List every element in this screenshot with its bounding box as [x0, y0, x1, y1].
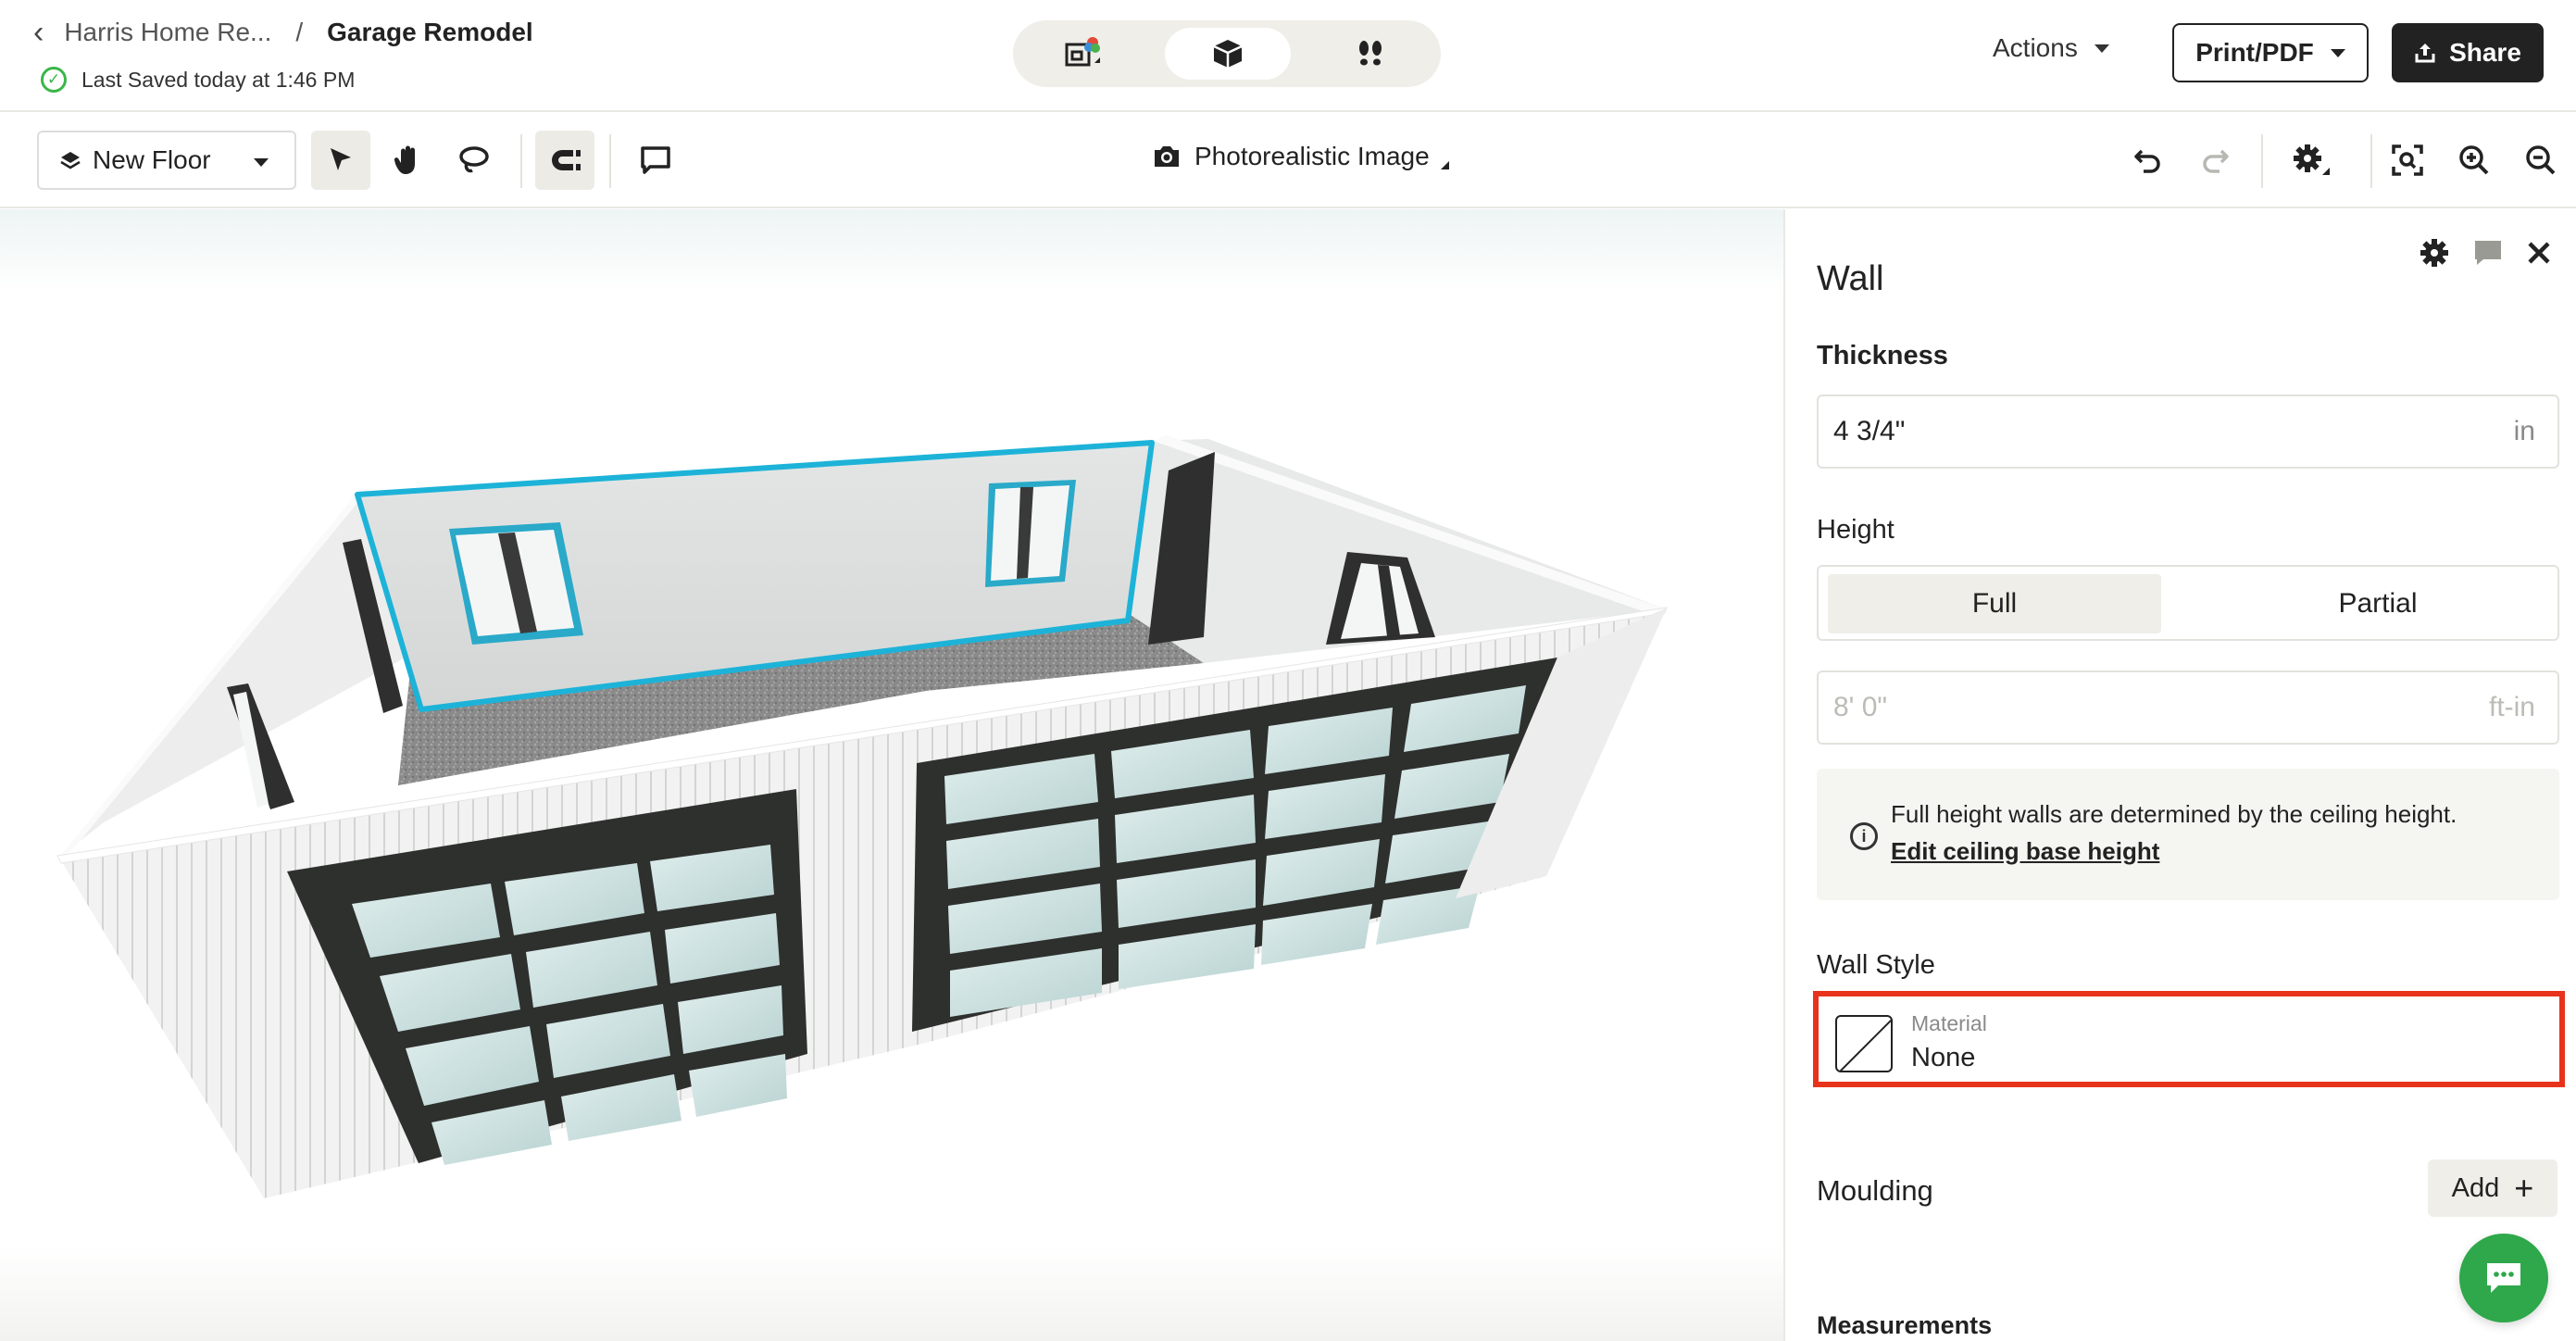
magnet-snap-icon	[552, 150, 581, 170]
layers-icon	[60, 152, 81, 169]
breadcrumb-separator: /	[295, 18, 304, 46]
panel-tools	[2419, 237, 2552, 269]
chat-icon	[2487, 1263, 2520, 1293]
thickness-input[interactable]: 4 3/4" in	[1817, 395, 2559, 469]
footsteps-icon	[1359, 41, 1382, 66]
settings-icon	[2294, 144, 2330, 175]
3d-viewport[interactable]	[0, 209, 1783, 1341]
share-label: Share	[2449, 38, 2521, 67]
toolbar-divider	[2370, 134, 2372, 188]
pan-tool-button[interactable]	[378, 131, 437, 190]
plus-icon: +	[2514, 1169, 2534, 1207]
camera-icon	[1155, 146, 1179, 167]
no-material-swatch-icon	[1835, 1015, 1893, 1072]
floor-selector[interactable]: New Floor	[37, 131, 296, 190]
zoom-out-icon	[2526, 145, 2556, 175]
edit-ceiling-link[interactable]: Edit ceiling base height	[1891, 837, 2159, 866]
toolbar-divider	[520, 134, 522, 188]
view-2d-button[interactable]	[1020, 28, 1146, 80]
corner-caret-icon	[1440, 160, 1449, 169]
floor-label: New Floor	[93, 145, 211, 174]
comment-icon	[641, 146, 670, 174]
thickness-value: 4 3/4"	[1833, 416, 1906, 446]
height-input[interactable]: 8' 0" ft-in	[1817, 670, 2559, 745]
height-partial-option[interactable]: Partial	[2211, 574, 2545, 633]
gear-icon[interactable]	[2419, 237, 2450, 269]
undo-icon	[2134, 149, 2160, 173]
measurements-label: Measurements	[1817, 1311, 1993, 1339]
height-value: 8' 0"	[1833, 692, 1888, 722]
check-circle-icon: ✓	[41, 67, 67, 93]
view-settings-button[interactable]	[2283, 131, 2343, 190]
breadcrumb: ‹ Harris Home Re... / Garage Remodel	[33, 17, 533, 48]
add-moulding-button[interactable]: Add +	[2428, 1159, 2557, 1217]
photorealistic-label: Photorealistic Image	[1194, 142, 1430, 170]
info-icon: i	[1850, 822, 1878, 850]
view-mode-switcher	[1013, 20, 1441, 87]
share-button[interactable]: Share	[2392, 23, 2544, 82]
height-unit: ft-in	[2488, 692, 2535, 722]
editor-toolbar: New Floor Photorealistic Image	[0, 114, 2576, 208]
moulding-label: Moulding	[1817, 1174, 1933, 1207]
redo-icon	[2203, 149, 2229, 173]
garage-3d-model[interactable]	[0, 209, 1783, 1341]
chat-support-button[interactable]	[2459, 1234, 2548, 1322]
lasso-icon	[459, 146, 489, 173]
view-walkthrough-button[interactable]	[1307, 28, 1433, 80]
save-status-text: Last Saved today at 1:46 PM	[81, 67, 356, 92]
caret-down-icon	[2094, 44, 2109, 53]
photorealistic-image-button[interactable]: Photorealistic Image	[1152, 142, 1449, 171]
material-label: Material	[1911, 1011, 1987, 1035]
hand-pan-icon	[394, 145, 415, 174]
toolbar-divider	[2261, 134, 2263, 188]
redo-button[interactable]	[2185, 131, 2245, 190]
window-back-right[interactable]	[985, 480, 1076, 587]
height-full-option[interactable]: Full	[1828, 574, 2161, 633]
select-tool-button[interactable]	[311, 131, 370, 190]
info-text: Full height walls are determined by the …	[1891, 800, 2457, 828]
height-mode-toggle: Full Partial	[1817, 565, 2559, 641]
thickness-unit: in	[2513, 416, 2535, 446]
wall-style-label: Wall Style	[1817, 950, 1935, 980]
ceiling-info-box: i Full height walls are determined by th…	[1817, 769, 2559, 900]
back-chevron-icon[interactable]: ‹	[33, 17, 44, 48]
material-selector[interactable]: Material None	[1813, 991, 2565, 1087]
fit-view-icon	[2392, 144, 2423, 176]
undo-button[interactable]	[2119, 131, 2178, 190]
actions-label: Actions	[1993, 33, 2078, 62]
thickness-label: Thickness	[1817, 341, 1948, 370]
material-value: None	[1911, 1043, 1976, 1072]
select-arrow-icon	[331, 148, 351, 170]
2d-plan-icon	[1065, 37, 1100, 67]
top-header: ‹ Harris Home Re... / Garage Remodel ✓ L…	[0, 0, 2576, 112]
fit-view-button[interactable]	[2378, 131, 2437, 190]
caret-down-icon	[254, 158, 269, 167]
properties-panel: Wall Thickness 4 3/4" in Height Full Par…	[1783, 209, 2576, 1341]
actions-menu[interactable]: Actions	[1993, 33, 2109, 63]
share-upload-icon	[2415, 44, 2435, 63]
zoom-in-icon	[2459, 145, 2489, 175]
3d-cube-icon	[1213, 40, 1243, 68]
panel-title: Wall	[1817, 259, 1884, 298]
view-3d-button[interactable]	[1165, 28, 1291, 80]
toolbar-divider	[609, 134, 611, 188]
comment-tool-button[interactable]	[626, 131, 685, 190]
close-icon[interactable]	[2526, 240, 2552, 266]
breadcrumb-project[interactable]: Harris Home Re...	[64, 18, 271, 47]
print-pdf-label: Print/PDF	[2195, 38, 2314, 67]
comment-bubble-icon[interactable]	[2472, 238, 2504, 268]
caret-down-icon	[2330, 48, 2345, 57]
zoom-out-button[interactable]	[2511, 131, 2570, 190]
save-status: ✓ Last Saved today at 1:46 PM	[41, 67, 355, 93]
page-title[interactable]: Garage Remodel	[327, 18, 533, 47]
snap-toggle-button[interactable]	[535, 131, 594, 190]
print-pdf-button[interactable]: Print/PDF	[2172, 23, 2369, 82]
add-label: Add	[2451, 1172, 2500, 1203]
lasso-tool-button[interactable]	[444, 131, 504, 190]
window-back-left[interactable]	[449, 522, 583, 645]
height-label: Height	[1817, 515, 1894, 545]
zoom-in-button[interactable]	[2445, 131, 2504, 190]
